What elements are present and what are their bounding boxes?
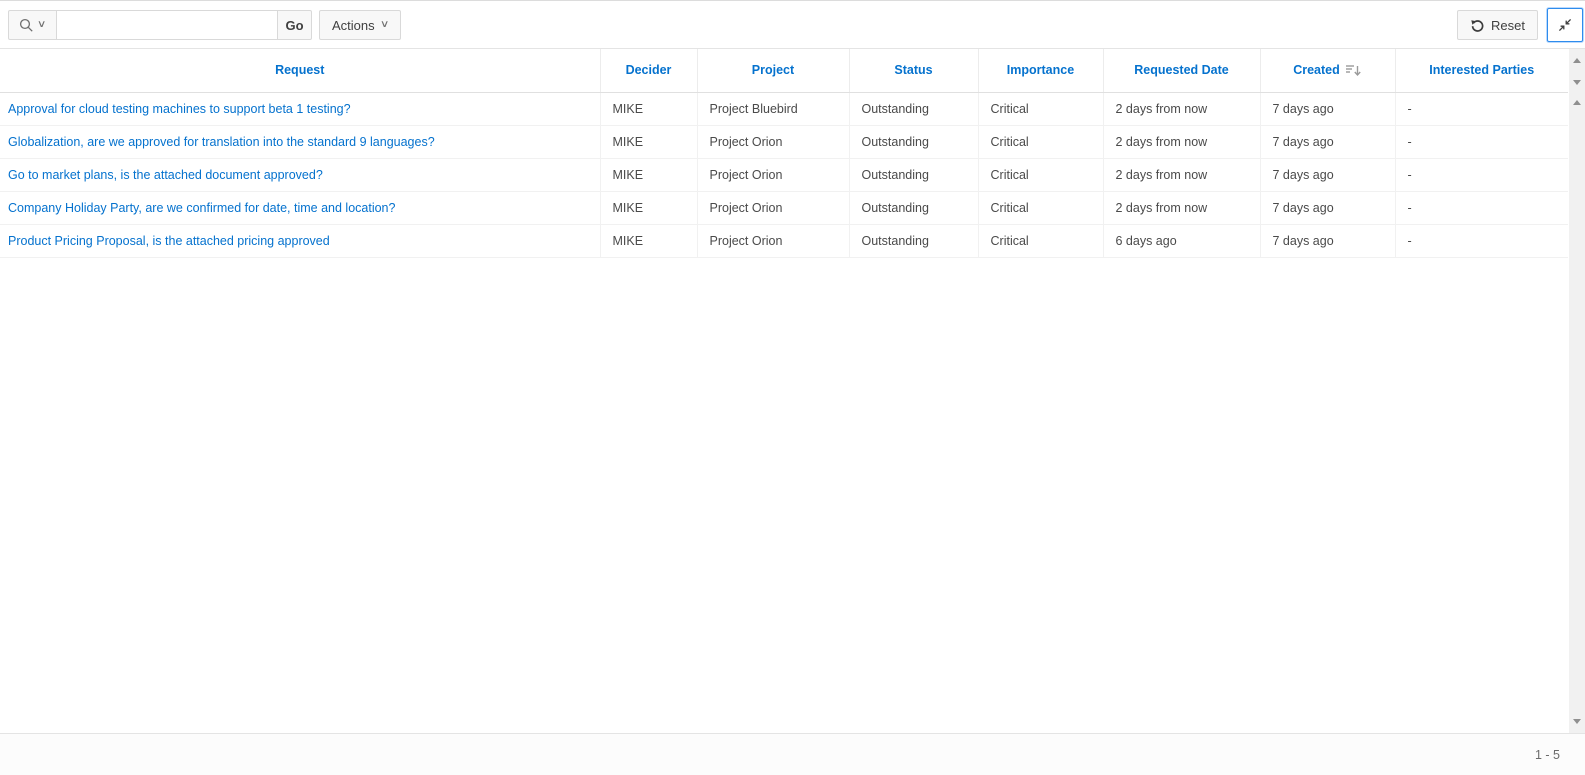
cell-created: 7 days ago bbox=[1260, 191, 1395, 224]
column-header-interested-parties[interactable]: Interested Parties bbox=[1395, 49, 1568, 92]
cell-project: Project Orion bbox=[697, 224, 849, 257]
cell-decider: MIKE bbox=[600, 158, 697, 191]
reset-button[interactable]: Reset bbox=[1457, 10, 1538, 40]
cell-importance: Critical bbox=[978, 158, 1103, 191]
cell-request: Globalization, are we approved for trans… bbox=[0, 125, 600, 158]
cell-project: Project Orion bbox=[697, 191, 849, 224]
cell-importance: Critical bbox=[978, 92, 1103, 125]
cell-project: Project Orion bbox=[697, 158, 849, 191]
cell-requested-date: 2 days from now bbox=[1103, 191, 1260, 224]
cell-request: Company Holiday Party, are we confirmed … bbox=[0, 191, 600, 224]
cell-interested-parties: - bbox=[1395, 125, 1568, 158]
table-row: Globalization, are we approved for trans… bbox=[0, 125, 1568, 158]
cell-created: 7 days ago bbox=[1260, 224, 1395, 257]
column-header-decider[interactable]: Decider bbox=[600, 49, 697, 92]
chevron-down-icon: ∨ bbox=[380, 20, 390, 30]
cell-importance: Critical bbox=[978, 191, 1103, 224]
cell-created: 7 days ago bbox=[1260, 92, 1395, 125]
interactive-report-table: Request Decider Project Status Importanc… bbox=[0, 49, 1568, 258]
request-link[interactable]: Go to market plans, is the attached docu… bbox=[8, 168, 323, 182]
search-bar: ∨ Go bbox=[8, 10, 312, 40]
cell-request: Go to market plans, is the attached docu… bbox=[0, 158, 600, 191]
cell-status: Outstanding bbox=[849, 224, 978, 257]
column-header-requested-date[interactable]: Requested Date bbox=[1103, 49, 1260, 92]
scrollbar-up-arrow-icon[interactable] bbox=[1573, 58, 1581, 63]
search-input[interactable] bbox=[57, 10, 278, 40]
cell-requested-date: 2 days from now bbox=[1103, 92, 1260, 125]
table-row: Go to market plans, is the attached docu… bbox=[0, 158, 1568, 191]
cell-status: Outstanding bbox=[849, 125, 978, 158]
actions-button-label: Actions bbox=[332, 18, 375, 33]
cell-status: Outstanding bbox=[849, 158, 978, 191]
report-footer: 1 - 5 bbox=[0, 733, 1585, 775]
cell-interested-parties: - bbox=[1395, 191, 1568, 224]
request-link[interactable]: Approval for cloud testing machines to s… bbox=[8, 102, 351, 116]
sort-descending-icon bbox=[1345, 64, 1362, 77]
cell-created: 7 days ago bbox=[1260, 125, 1395, 158]
cell-importance: Critical bbox=[978, 125, 1103, 158]
cell-interested-parties: - bbox=[1395, 92, 1568, 125]
compress-icon bbox=[1557, 17, 1573, 33]
table-row: Product Pricing Proposal, is the attache… bbox=[0, 224, 1568, 257]
cell-interested-parties: - bbox=[1395, 224, 1568, 257]
pagination-label: 1 - 5 bbox=[1535, 748, 1560, 762]
search-icon bbox=[19, 18, 34, 33]
cell-created: 7 days ago bbox=[1260, 158, 1395, 191]
report-toolbar: ∨ Go Actions ∨ Reset bbox=[0, 1, 1585, 49]
table-row: Company Holiday Party, are we confirmed … bbox=[0, 191, 1568, 224]
search-options-button[interactable]: ∨ bbox=[8, 10, 57, 40]
go-button[interactable]: Go bbox=[277, 10, 312, 40]
cell-request: Approval for cloud testing machines to s… bbox=[0, 92, 600, 125]
column-header-importance[interactable]: Importance bbox=[978, 49, 1103, 92]
request-link[interactable]: Globalization, are we approved for trans… bbox=[8, 135, 435, 149]
cell-requested-date: 2 days from now bbox=[1103, 158, 1260, 191]
request-link[interactable]: Product Pricing Proposal, is the attache… bbox=[8, 234, 330, 248]
collapse-report-button[interactable] bbox=[1547, 8, 1583, 42]
reset-icon bbox=[1470, 18, 1485, 33]
cell-decider: MIKE bbox=[600, 92, 697, 125]
request-link[interactable]: Company Holiday Party, are we confirmed … bbox=[8, 201, 395, 215]
table-row: Approval for cloud testing machines to s… bbox=[0, 92, 1568, 125]
column-header-created[interactable]: Created bbox=[1260, 49, 1395, 92]
cell-request: Product Pricing Proposal, is the attache… bbox=[0, 224, 600, 257]
cell-interested-parties: - bbox=[1395, 158, 1568, 191]
table-header-row: Request Decider Project Status Importanc… bbox=[0, 49, 1568, 92]
report-region: Request Decider Project Status Importanc… bbox=[0, 49, 1585, 733]
chevron-down-icon: ∨ bbox=[37, 20, 47, 30]
cell-project: Project Bluebird bbox=[697, 92, 849, 125]
cell-status: Outstanding bbox=[849, 92, 978, 125]
cell-decider: MIKE bbox=[600, 191, 697, 224]
cell-status: Outstanding bbox=[849, 191, 978, 224]
cell-requested-date: 2 days from now bbox=[1103, 125, 1260, 158]
cell-project: Project Orion bbox=[697, 125, 849, 158]
cell-decider: MIKE bbox=[600, 125, 697, 158]
actions-menu-button[interactable]: Actions ∨ bbox=[319, 10, 401, 40]
scrollbar-up-arrow-icon[interactable] bbox=[1573, 100, 1581, 105]
reset-button-label: Reset bbox=[1491, 18, 1525, 33]
column-header-project[interactable]: Project bbox=[697, 49, 849, 92]
column-header-status[interactable]: Status bbox=[849, 49, 978, 92]
column-header-request[interactable]: Request bbox=[0, 49, 600, 92]
scrollbar-down-arrow-icon[interactable] bbox=[1573, 719, 1581, 724]
cell-importance: Critical bbox=[978, 224, 1103, 257]
cell-decider: MIKE bbox=[600, 224, 697, 257]
vertical-scrollbar[interactable] bbox=[1569, 49, 1585, 733]
scrollbar-down-arrow-icon[interactable] bbox=[1573, 80, 1581, 85]
cell-requested-date: 6 days ago bbox=[1103, 224, 1260, 257]
